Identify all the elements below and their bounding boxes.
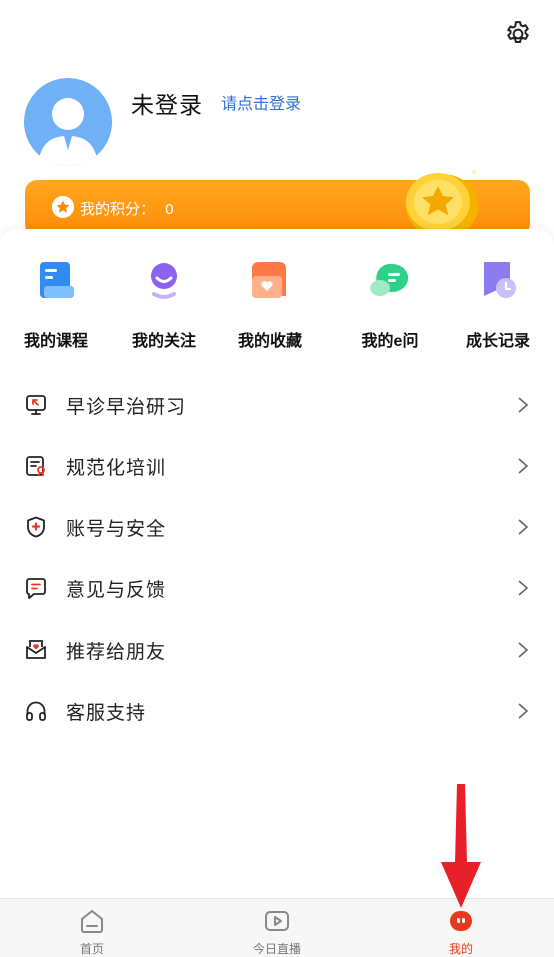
points-value: 0: [165, 201, 174, 218]
certificate-icon: [26, 456, 45, 477]
red-arrow-icon: [441, 784, 481, 908]
shortcut-growth-record[interactable]: 成长记录: [446, 258, 550, 350]
menu-item-customer-support[interactable]: 客服支持: [0, 681, 554, 741]
menu-label: 推荐给朋友: [66, 642, 167, 663]
tab-home[interactable]: 首页: [22, 899, 162, 957]
me-face-icon: [450, 911, 472, 931]
shortcut-label: 我的关注: [131, 333, 196, 350]
chevron-right-icon: [518, 397, 529, 413]
headphones-icon: [26, 701, 46, 721]
tab-label: 我的: [448, 942, 473, 956]
shortcut-label: 成长记录: [465, 333, 530, 350]
menu-label: 账号与安全: [66, 519, 167, 540]
menu-label: 规范化培训: [66, 458, 167, 479]
chat-bubble-icon: [370, 263, 409, 296]
shortcut-label: 我的课程: [23, 333, 88, 350]
menu-item-standardized-training[interactable]: 规范化培训: [0, 436, 554, 496]
menu-item-recommend[interactable]: 推荐给朋友: [0, 620, 554, 680]
menu-label: 意见与反馈: [66, 580, 167, 601]
menu-label: 客服支持: [66, 703, 147, 724]
gear-icon[interactable]: [503, 19, 533, 49]
chevron-right-icon: [518, 458, 529, 474]
login-link[interactable]: 请点击登录: [221, 90, 301, 114]
shortcut-label: 我的e问: [361, 333, 419, 350]
course-book-icon: [40, 262, 74, 298]
follow-person-icon: [151, 263, 177, 299]
shortcut-my-courses[interactable]: 我的课程: [4, 258, 108, 350]
shortcut-my-questions[interactable]: 我的e问: [338, 258, 442, 350]
growth-record-icon: [484, 262, 516, 298]
feedback-icon: [26, 578, 46, 599]
chevron-right-icon: [518, 580, 529, 596]
star-icon: [52, 196, 74, 218]
chevron-right-icon: [518, 703, 529, 719]
avatar[interactable]: [24, 78, 112, 166]
tab-label: 首页: [79, 942, 104, 956]
menu-item-early-diagnosis[interactable]: 早诊早治研习: [0, 375, 554, 435]
favorite-heart-icon: [252, 262, 286, 298]
envelope-heart-icon: [26, 640, 46, 659]
username-label: 未登录: [131, 92, 203, 118]
chevron-right-icon: [518, 642, 529, 658]
chevron-right-icon: [518, 519, 529, 535]
default-avatar-icon: [38, 98, 98, 166]
shield-icon: [27, 516, 45, 538]
tab-label: 今日直播: [252, 942, 301, 956]
shortcut-my-favorites[interactable]: 我的收藏: [218, 258, 322, 350]
live-play-icon: [265, 911, 289, 931]
menu-item-feedback[interactable]: 意见与反馈: [0, 558, 554, 618]
shortcut-label: 我的收藏: [237, 333, 302, 350]
monitor-icon: [26, 395, 46, 415]
menu-label: 早诊早治研习: [66, 397, 187, 418]
points-label: 我的积分：: [80, 201, 156, 218]
home-icon: [81, 910, 103, 933]
shortcut-my-follows[interactable]: 我的关注: [112, 258, 216, 350]
tab-live[interactable]: 今日直播: [207, 899, 347, 957]
menu-item-account-security[interactable]: 账号与安全: [0, 497, 554, 557]
